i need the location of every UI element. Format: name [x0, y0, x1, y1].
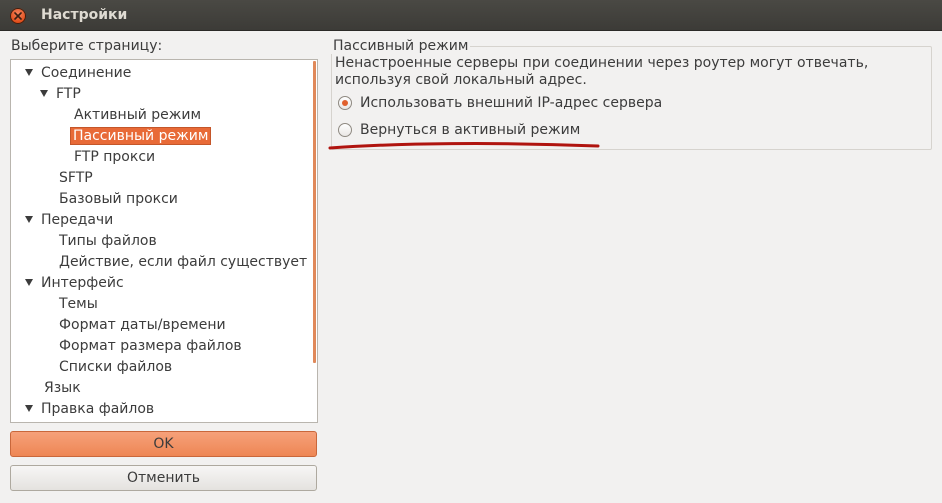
tree-item-ftp-proxy[interactable]: FTP прокси [74, 147, 155, 168]
tree-item-transfers[interactable]: Передачи [25, 210, 113, 231]
annotation-underline [328, 142, 600, 150]
tree-scrollbar[interactable] [313, 61, 316, 363]
tree-item-size-format[interactable]: Формат размера файлов [59, 336, 242, 357]
cancel-button[interactable]: Отменить [10, 465, 317, 491]
tree-item-interface[interactable]: Интерфейс [25, 273, 124, 294]
page-list-label: Выберите страницу: [11, 38, 163, 54]
group-title: Пассивный режим [331, 38, 471, 54]
tree-item-file-editing[interactable]: Правка файлов [25, 399, 154, 420]
tree-item-ftp[interactable]: FTP [40, 84, 81, 105]
tree-item-active-mode[interactable]: Активный режим [74, 105, 201, 126]
settings-tree[interactable]: Соединение FTP Активный режим Пассивный … [10, 59, 318, 423]
tree-item-themes[interactable]: Темы [59, 294, 98, 315]
expand-triangle-icon[interactable] [40, 90, 48, 97]
tree-item-connection[interactable]: Соединение [25, 63, 131, 84]
tree-item-sftp[interactable]: SFTP [59, 168, 93, 189]
title-bar: Настройки [0, 0, 942, 31]
radio-button-checked[interactable] [338, 96, 352, 110]
tree-item-language[interactable]: Язык [44, 378, 81, 399]
close-icon [14, 12, 22, 20]
expand-triangle-icon[interactable] [25, 216, 33, 223]
ok-button[interactable]: OK [10, 431, 317, 457]
tree-item-date-format[interactable]: Формат даты/времени [59, 315, 226, 336]
expand-triangle-icon[interactable] [25, 69, 33, 76]
radio-button-unchecked[interactable] [338, 123, 352, 137]
tree-item-file-types[interactable]: Типы файлов [59, 231, 157, 252]
close-button[interactable] [10, 8, 26, 24]
expand-triangle-icon[interactable] [25, 405, 33, 412]
tree-item-file-exists-action[interactable]: Действие, если файл существует [59, 252, 307, 273]
group-description: Ненастроенные серверы при соединении чер… [335, 55, 869, 88]
window-title: Настройки [41, 7, 128, 23]
tree-item-passive-mode[interactable]: Пассивный режим [70, 126, 212, 147]
tree-item-file-lists[interactable]: Списки файлов [59, 357, 172, 378]
tree-item-basic-proxy[interactable]: Базовый прокси [59, 189, 178, 210]
expand-triangle-icon[interactable] [25, 279, 33, 286]
